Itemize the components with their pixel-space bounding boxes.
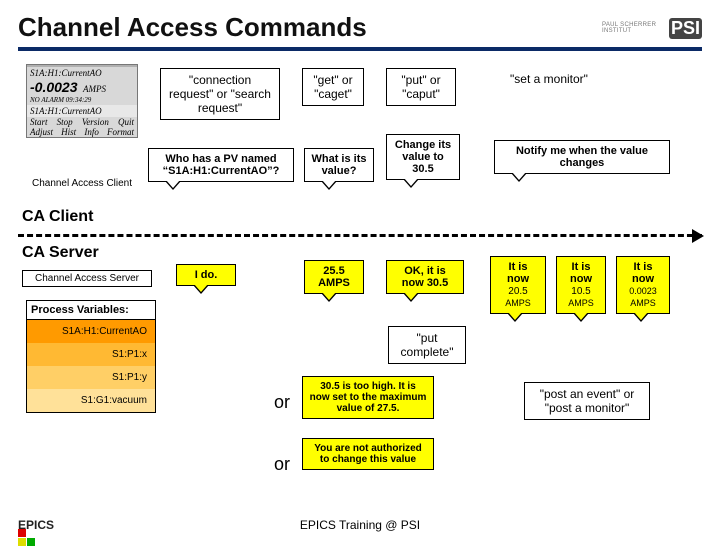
btn-stop: Stop [57,117,73,127]
bubble-put-complete: "put complete" [388,326,466,364]
btn-version: Version [82,117,109,127]
now2-a: It is now [563,261,599,285]
bubble-too-high: 30.5 is too high. It is now set to the m… [302,376,434,419]
now3-c: AMPS [630,298,656,308]
bubble-who-has-pv: Who has a PV named “S1A:H1:CurrentAO”? [148,148,294,182]
bubble-post-event: "post an event" or "post a monitor" [524,382,650,420]
footer-text: EPICS Training @ PSI [0,518,720,532]
client-server-divider [18,234,702,237]
bubble-change-value: Change its value to 30.5 [386,134,460,180]
now2-c: AMPS [568,298,594,308]
client-window-row1: Start Stop Version Quit [27,117,137,127]
bubble-connection-request: "connection request" or "search request" [160,68,280,120]
pv-item: S1A:H1:CurrentAO [27,320,155,343]
now1-c: AMPS [505,298,531,308]
client-window-units: AMPS [83,84,106,94]
pv-item: S1:P1:x [27,343,155,366]
btn-start: Start [30,117,48,127]
pv-box-header: Process Variables: [27,301,155,320]
now1-b: 20.5 [508,286,527,297]
bubble-ok-30-5: OK, it is now 30.5 [386,260,464,294]
epics-logo-squares [18,529,44,546]
now3-b: 0.0023 [629,286,657,296]
now1-a: It is now [497,261,539,285]
bubble-notify: Notify me when the value changes [494,140,670,174]
btn-format: Format [107,127,134,137]
client-caption: Channel Access Client [28,178,136,189]
client-window-alarm: NO ALARM 09:34:29 [27,95,137,105]
bubble-now-20-5: It is now 20.5 AMPS [490,256,546,314]
now3-a: It is now [623,261,663,285]
bubble-get: "get" or "caget" [302,68,364,106]
client-window: S1A:H1:CurrentAO -0.0023 AMPS NO ALARM 0… [26,64,138,138]
btn-info: Info [84,127,99,137]
btn-quit: Quit [118,117,134,127]
bubble-not-authorized: You are not authorized to change this va… [302,438,434,470]
server-caption: Channel Access Server [22,270,152,287]
bubble-what-value: What is its value? [304,148,374,182]
title-rule [18,47,702,51]
client-window-value: -0.0023 [27,79,80,95]
pv-item: S1:P1:y [27,366,155,389]
client-window-pv: S1A:H1:CurrentAO [27,67,137,79]
btn-adjust: Adjust [30,127,53,137]
page-title: Channel Access Commands [18,12,702,43]
or-label-1: or [274,392,290,413]
slide: Channel Access Commands PAUL SCHERRER IN… [0,0,720,540]
bubble-value-25-5: 25.5 AMPS [304,260,364,294]
pv-item: S1:G1:vacuum [27,389,155,412]
bubble-now-10-5: It is now 10.5 AMPS [556,256,606,314]
bubble-put: "put" or "caput" [386,68,456,106]
process-variables-box: Process Variables: S1A:H1:CurrentAO S1:P… [26,300,156,413]
bubble-i-do: I do. [176,264,236,286]
zone-client-label: CA Client [22,208,93,226]
client-window-pv2: S1A:H1:CurrentAO [27,105,137,117]
zone-server-label: CA Server [22,244,99,262]
now2-b: 10.5 [571,286,590,297]
or-label-2: or [274,454,290,475]
bubble-set-monitor: "set a monitor" [494,68,604,90]
bubble-now-0-0023: It is now 0.0023 AMPS [616,256,670,314]
client-window-row2: Adjust Hist Info Format [27,127,137,137]
btn-hist: Hist [61,127,76,137]
